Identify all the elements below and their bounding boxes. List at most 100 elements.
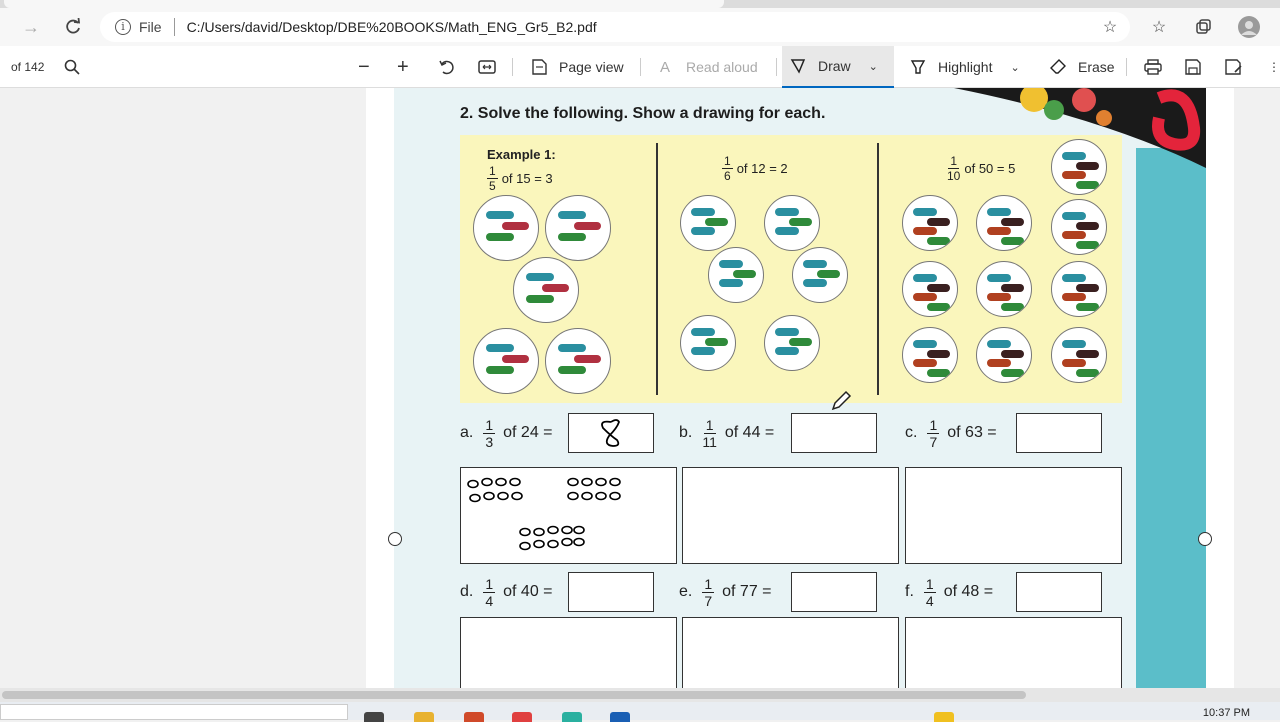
favorites-icon[interactable]: ☆ <box>1144 12 1174 42</box>
answer-box-c[interactable] <box>1016 413 1102 453</box>
pdf-toolbar: of 142 − + Page view A Read aloud Draw ⌄… <box>0 46 1280 88</box>
read-aloud-button[interactable]: A Read aloud <box>660 46 758 88</box>
taskbar-clock[interactable]: 10:37 PM <box>1203 707 1250 719</box>
drawing-box-e[interactable] <box>682 617 899 688</box>
sweet <box>1075 349 1100 358</box>
sweet-bubble <box>1051 139 1107 195</box>
active-tab[interactable] <box>4 0 724 8</box>
worksheet: 2. Solve the following. Show a drawing f… <box>394 88 1206 688</box>
sweet <box>1062 274 1086 283</box>
url-text[interactable]: C:/Users/david/Desktop/DBE%20BOOKS/Math_… <box>187 19 597 35</box>
sweet <box>775 227 799 236</box>
collections-icon[interactable] <box>1188 12 1218 42</box>
problem-d: d. 14 of 40 = <box>460 575 553 609</box>
handwritten-oval <box>511 491 523 501</box>
handwritten-answer <box>601 419 620 447</box>
chevron-down-icon[interactable]: ⌄ <box>1010 61 1019 74</box>
toolbar-divider <box>640 58 641 76</box>
more-tools-icon[interactable]: ⋮ <box>1268 46 1280 88</box>
draw-pen-icon <box>790 59 806 74</box>
handwritten-oval <box>561 537 573 547</box>
sweet <box>704 217 729 226</box>
forward-icon[interactable]: → <box>16 12 46 42</box>
scrollbar-thumb[interactable] <box>2 691 1026 699</box>
taskbar-search[interactable] <box>0 704 348 720</box>
handwritten-oval <box>533 539 545 549</box>
sweet-bubble <box>1051 199 1107 255</box>
erase-button[interactable]: Erase <box>1050 46 1115 88</box>
read-aloud-icon: A <box>660 58 671 76</box>
add-favorite-icon[interactable]: ☆ <box>1095 12 1125 42</box>
app-icon[interactable] <box>464 712 484 722</box>
example-panel: Example 1: 15 of 15 = 3 16 of 12 = 2 1 10… <box>460 135 1122 403</box>
sweet <box>913 340 937 349</box>
print-icon[interactable] <box>1144 46 1162 88</box>
horizontal-scrollbar[interactable] <box>0 688 1280 702</box>
resize-handle-left[interactable] <box>388 532 402 546</box>
sweet <box>987 274 1011 283</box>
highlight-button[interactable]: Highlight ⌄ <box>910 46 1020 88</box>
zoom-out-icon[interactable]: − <box>358 46 370 88</box>
sweet <box>1075 368 1100 377</box>
file-explorer-icon[interactable] <box>414 712 434 722</box>
problem-f: f. 14 of 48 = <box>905 575 994 609</box>
chrome-icon[interactable] <box>512 712 532 722</box>
fraction: 15 <box>487 164 498 193</box>
answer-box-d[interactable] <box>568 572 654 612</box>
handwritten-oval <box>581 477 593 487</box>
drawing-box-f[interactable] <box>905 617 1122 688</box>
url-field[interactable]: i File C:/Users/david/Desktop/DBE%20BOOK… <box>100 12 1130 42</box>
sweet-bubble <box>680 315 736 371</box>
sweet <box>704 337 729 346</box>
handwritten-oval <box>497 491 509 501</box>
handwritten-drawing <box>467 477 621 551</box>
save-as-icon[interactable] <box>1225 46 1243 88</box>
sweet <box>816 269 841 278</box>
drawing-box-c[interactable] <box>905 467 1122 564</box>
resize-handle-right[interactable] <box>1198 532 1212 546</box>
profile-avatar[interactable] <box>1234 12 1264 42</box>
pdf-viewer[interactable]: 2. Solve the following. Show a drawing f… <box>0 88 1280 688</box>
answer-box-a[interactable] <box>568 413 654 453</box>
example-divider <box>877 143 879 395</box>
page-view-button[interactable]: Page view <box>530 46 624 88</box>
rotate-icon[interactable] <box>438 46 456 88</box>
refresh-icon[interactable] <box>58 12 88 42</box>
sweet <box>1075 240 1100 249</box>
handwritten-oval <box>609 491 621 501</box>
problem-a: a. 13 of 24 = <box>460 416 553 450</box>
sweet <box>913 227 937 236</box>
sweet <box>573 354 602 363</box>
handwritten-oval <box>573 537 585 547</box>
sweet <box>1062 359 1086 368</box>
sweet-bubble <box>902 195 958 251</box>
sweet <box>1000 217 1025 226</box>
answer-box-b[interactable] <box>791 413 877 453</box>
handwritten-oval <box>573 525 585 535</box>
sweet-bubble <box>976 327 1032 383</box>
weather-icon[interactable] <box>934 712 954 722</box>
drawing-box-d[interactable] <box>460 617 677 688</box>
zoom-in-icon[interactable]: + <box>397 46 409 88</box>
sweet <box>719 260 743 269</box>
save-icon[interactable] <box>1185 46 1201 88</box>
chevron-down-icon[interactable]: ⌄ <box>869 60 878 73</box>
highlighter-icon <box>910 60 926 74</box>
search-icon[interactable] <box>64 46 80 88</box>
answer-box-e[interactable] <box>791 572 877 612</box>
fit-page-icon[interactable] <box>478 46 496 88</box>
answer-box-f[interactable] <box>1016 572 1102 612</box>
draw-button[interactable]: Draw ⌄ <box>782 46 894 88</box>
sweet <box>1000 349 1025 358</box>
handwritten-oval <box>547 525 559 535</box>
info-icon[interactable]: i <box>115 19 131 35</box>
handwritten-oval <box>609 477 621 487</box>
edge-icon[interactable] <box>562 712 582 722</box>
drawing-box-a[interactable] <box>460 467 677 564</box>
task-view-icon[interactable] <box>364 712 384 722</box>
sweet <box>987 293 1011 302</box>
outlook-icon[interactable] <box>610 712 630 722</box>
sweet <box>913 208 937 217</box>
problem-e: e. 17 of 77 = <box>679 575 772 609</box>
drawing-box-b[interactable] <box>682 467 899 564</box>
